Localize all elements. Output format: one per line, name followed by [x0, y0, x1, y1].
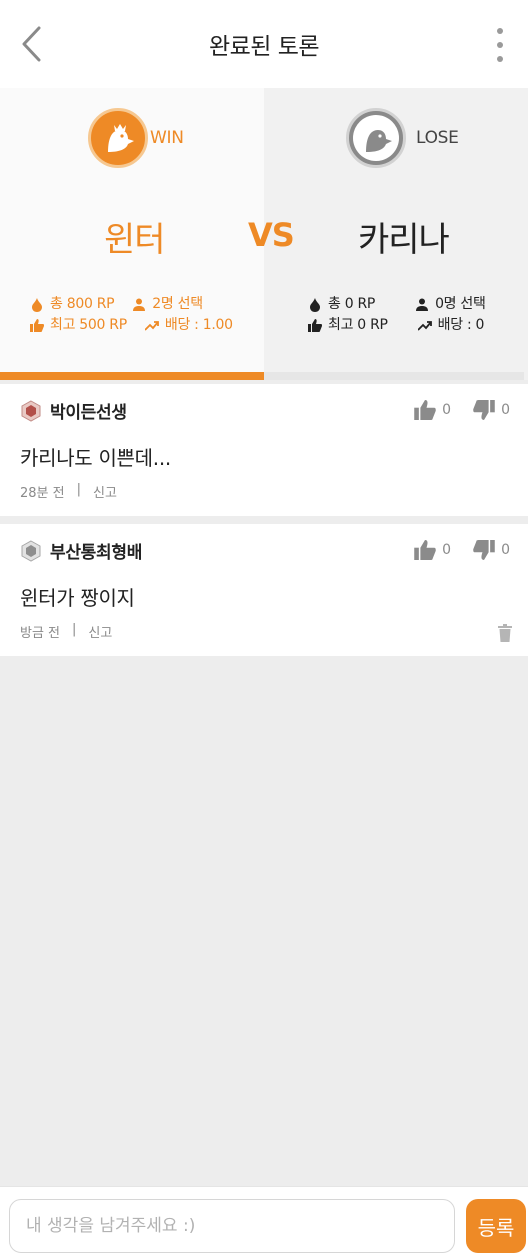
comment-text: 카리나도 이쁜데... — [20, 446, 171, 470]
more-options-button[interactable] — [492, 28, 508, 62]
divider: | — [76, 482, 81, 497]
thumbs-up-icon — [308, 319, 322, 333]
loser-indicator-bar — [264, 372, 524, 380]
duck-avatar-icon — [88, 108, 148, 168]
fire-icon — [308, 297, 322, 312]
thumbs-up-icon[interactable] — [414, 400, 436, 420]
pick-count: 2명 선택 — [152, 296, 203, 312]
option-stats: 총 0 RP 0명 선택 최고 0 RP 배당 : 0 — [308, 294, 486, 336]
report-link[interactable]: 신고 — [93, 482, 117, 501]
top-bar: 완료된 토론 — [0, 0, 528, 88]
fire-icon — [30, 297, 44, 312]
rank-badge-icon — [21, 539, 41, 562]
trending-up-icon — [417, 319, 432, 333]
comment-item: 부산통최형배 0 0 윈터가 짱이지 방금 전 | 신고 — [0, 524, 528, 656]
option-right[interactable]: LOSE 카리나 총 0 RP 0명 선택 최고 0 RP 배당: 0 — [264, 88, 528, 380]
option-left[interactable]: WIN 윈터 총 800 RP 2명 선택 최고 500 RP 배당: 1.0… — [0, 88, 268, 380]
user-icon — [132, 298, 146, 312]
comment-author[interactable]: 박이든선생 — [50, 398, 127, 423]
total-rp: 총 0 RP — [328, 296, 376, 312]
chevron-left-icon — [22, 26, 41, 62]
comment-author[interactable]: 부산통최형배 — [50, 538, 142, 563]
odds: 배당 : 1.00 — [164, 317, 233, 333]
pick-count: 0명 선택 — [435, 296, 486, 312]
debate-summary: WIN 윈터 총 800 RP 2명 선택 최고 500 RP 배당: 1.0… — [0, 88, 528, 380]
option-name: 윈터 — [104, 220, 166, 260]
thumbs-up-icon — [30, 319, 44, 333]
odds: 배당 : 0 — [437, 317, 485, 333]
trending-up-icon — [144, 319, 159, 333]
dislike-count: 0 — [501, 542, 510, 558]
winner-indicator-bar — [0, 372, 268, 380]
result-label: WIN — [150, 128, 184, 148]
thumbs-down-icon[interactable] — [473, 400, 495, 420]
comment-time: 28분 전 — [20, 486, 65, 501]
duck-avatar-icon — [346, 108, 406, 168]
rank-badge-icon — [21, 399, 41, 422]
like-count: 0 — [442, 402, 452, 418]
user-icon — [415, 298, 429, 312]
divider: | — [72, 622, 77, 637]
vs-label: VS — [248, 216, 295, 254]
report-link[interactable]: 신고 — [88, 622, 112, 641]
like-count: 0 — [442, 542, 452, 558]
page-title: 완료된 토론 — [208, 34, 320, 60]
thumbs-up-icon[interactable] — [414, 540, 436, 560]
thumbs-down-icon[interactable] — [473, 540, 495, 560]
comment-text: 윈터가 짱이지 — [20, 586, 135, 610]
max-rp: 최고 0 RP — [328, 317, 388, 333]
dislike-count: 0 — [501, 402, 510, 418]
trash-icon[interactable] — [498, 624, 512, 642]
comment-input[interactable] — [9, 1199, 455, 1253]
max-rp: 최고 500 RP — [50, 317, 127, 333]
comment-time: 방금 전 — [20, 626, 61, 641]
comment-composer: 등록 — [0, 1186, 528, 1256]
result-label: LOSE — [416, 128, 459, 148]
back-button[interactable] — [16, 26, 46, 62]
more-vertical-icon — [497, 28, 503, 34]
option-stats: 총 800 RP 2명 선택 최고 500 RP 배당 : 1.00 — [30, 294, 233, 336]
total-rp: 총 800 RP — [50, 296, 115, 312]
option-name: 카리나 — [358, 220, 450, 260]
comment-item: 박이든선생 0 0 카리나도 이쁜데... 28분 전 | 신고 — [0, 384, 528, 516]
submit-button[interactable]: 등록 — [466, 1199, 526, 1253]
